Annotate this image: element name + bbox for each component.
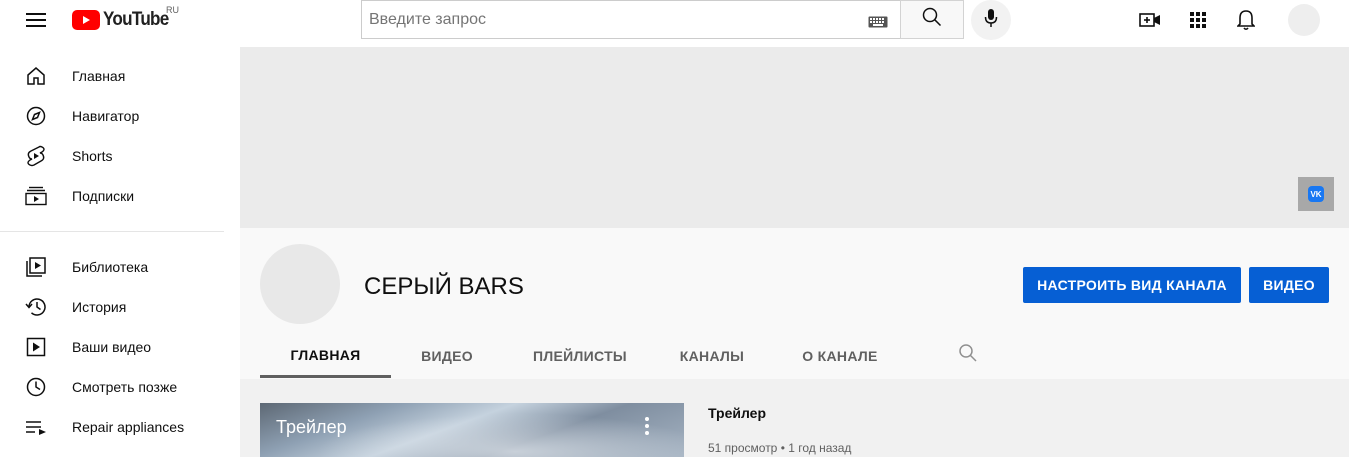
sidebar-item-label: Библиотека (72, 259, 149, 275)
sidebar-item-label: Repair appliances (72, 419, 185, 435)
keyboard-icon[interactable] (868, 15, 888, 33)
channel-avatar[interactable] (260, 244, 340, 324)
sidebar-divider (0, 231, 224, 232)
shorts-icon (24, 144, 48, 168)
sidebar-item-label: Подписки (72, 188, 135, 204)
sidebar-item-explore[interactable]: Навигатор (0, 96, 240, 136)
history-icon (24, 295, 48, 319)
search-icon (922, 7, 942, 32)
channel-name: СЕРЫЙ BARS (364, 273, 524, 300)
trailer-video-thumbnail[interactable]: Трейлер (260, 403, 684, 457)
playlist-icon (24, 415, 48, 439)
menu-icon[interactable] (24, 10, 48, 30)
notifications-bell-icon[interactable] (1234, 8, 1258, 32)
apps-grid-icon[interactable] (1186, 8, 1210, 32)
home-icon (24, 64, 48, 88)
sidebar-item-history[interactable]: История (0, 287, 240, 327)
sidebar-item-label: Главная (72, 68, 126, 84)
account-avatar[interactable] (1288, 4, 1320, 36)
tab-videos[interactable]: ВИДЕО (391, 334, 503, 378)
channel-search-icon[interactable] (958, 343, 978, 363)
watch-later-icon (24, 375, 48, 399)
sidebar: Главная Навигатор Shorts Подписки Библио… (0, 56, 240, 447)
sidebar-item-label: Смотреть позже (72, 379, 178, 395)
search-input[interactable] (369, 10, 849, 29)
create-video-icon[interactable] (1138, 8, 1162, 32)
microphone-icon (984, 8, 998, 33)
sidebar-item-watch-later[interactable]: Смотреть позже (0, 367, 240, 407)
sidebar-item-home[interactable]: Главная (0, 56, 240, 96)
tab-channels[interactable]: КАНАЛЫ (657, 334, 767, 378)
thumbnail-title: Трейлер (276, 417, 347, 437)
logo-text: YouTube (103, 9, 169, 30)
video-meta: 51 просмотр • 1 год назад (708, 441, 852, 455)
compass-icon (24, 104, 48, 128)
youtube-logo[interactable]: YouTube RU (72, 5, 179, 31)
search-bar (361, 0, 964, 39)
tab-about[interactable]: О КАНАЛЕ (767, 334, 913, 378)
channel-tabs: ГЛАВНАЯ ВИДЕО ПЛЕЙЛИСТЫ КАНАЛЫ О КАНАЛЕ (260, 334, 913, 378)
customize-channel-button[interactable]: НАСТРОИТЬ ВИД КАНАЛА (1023, 267, 1241, 303)
vk-icon: VK (1308, 186, 1324, 202)
tab-playlists[interactable]: ПЛЕЙЛИСТЫ (503, 334, 657, 378)
vk-social-link[interactable]: VK (1298, 177, 1334, 211)
voice-search-button[interactable] (971, 0, 1011, 40)
library-icon (24, 255, 48, 279)
channel-content: Трейлер Трейлер 51 просмотр • 1 год наза… (240, 379, 1349, 457)
channel-header: СЕРЫЙ BARS НАСТРОИТЬ ВИД КАНАЛА ВИДЕО ГЛ… (240, 228, 1349, 379)
top-bar: YouTube RU (0, 0, 1349, 40)
sidebar-item-label: Shorts (72, 148, 113, 164)
sidebar-item-label: Навигатор (72, 108, 140, 124)
sidebar-item-shorts[interactable]: Shorts (0, 136, 240, 176)
youtube-play-icon (72, 10, 100, 30)
sidebar-item-your-videos[interactable]: Ваши видео (0, 327, 240, 367)
sidebar-item-library[interactable]: Библиотека (0, 247, 240, 287)
subscriptions-icon (24, 184, 48, 208)
manage-videos-button[interactable]: ВИДЕО (1249, 267, 1329, 303)
sidebar-item-label: Ваши видео (72, 339, 152, 355)
more-options-icon[interactable] (644, 417, 650, 435)
tab-home[interactable]: ГЛАВНАЯ (260, 334, 391, 378)
your-videos-icon (24, 335, 48, 359)
sidebar-item-label: История (72, 299, 127, 315)
channel-banner (240, 47, 1349, 228)
sidebar-item-playlist-repair-appliances[interactable]: Repair appliances (0, 407, 240, 447)
sidebar-item-subscriptions[interactable]: Подписки (0, 176, 240, 216)
search-button[interactable] (900, 0, 964, 39)
search-box (361, 0, 900, 39)
region-label: RU (166, 5, 179, 15)
video-title[interactable]: Трейлер (708, 405, 766, 421)
